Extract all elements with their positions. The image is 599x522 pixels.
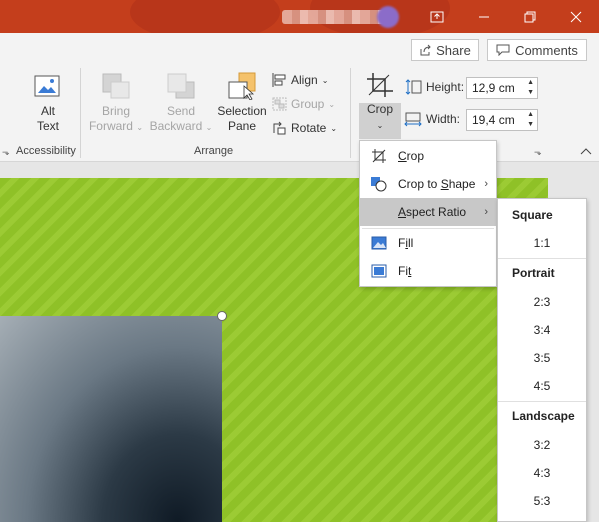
comments-button[interactable]: Comments: [487, 39, 587, 61]
bring-forward-button[interactable]: Bring Forward ⌄: [88, 72, 144, 135]
restore-icon: [524, 11, 536, 22]
group-button[interactable]: Group ⌄: [272, 97, 335, 111]
rotate-label: Rotate: [291, 121, 327, 135]
ribbon-display-options-button[interactable]: [414, 0, 460, 33]
rotate-button[interactable]: Rotate ⌄: [272, 121, 337, 135]
crop-chevron-icon: ⌄: [376, 121, 384, 130]
collapse-ribbon-icon[interactable]: [580, 144, 592, 158]
ratio-item[interactable]: 5:3: [498, 494, 586, 508]
ratio-item[interactable]: 3:4: [498, 323, 586, 337]
group-label: Group: [291, 97, 325, 111]
submenu-chevron-icon: ›: [484, 178, 488, 190]
submenu-chevron-icon: ›: [484, 206, 488, 218]
user-avatar[interactable]: [377, 6, 399, 28]
selection-pane-label-1: Selection: [217, 104, 267, 118]
menu-item-crop[interactable]: Crop: [360, 142, 496, 170]
crop-label: Crop: [366, 102, 393, 116]
menu-item-fit[interactable]: Fit: [360, 257, 496, 285]
alt-text-label-1: Alt: [40, 104, 55, 118]
send-backward-button[interactable]: Send Backward ⌄: [148, 72, 214, 135]
height-icon: [405, 79, 422, 95]
alt-text-label-2: Text: [36, 119, 59, 133]
comment-icon: [496, 44, 510, 56]
ratio-item[interactable]: 3:2: [498, 438, 586, 452]
alt-text-icon: [34, 75, 60, 97]
crop-button[interactable]: Crop ⌄: [359, 72, 401, 133]
rotate-icon: [273, 121, 286, 135]
section-heading-landscape: Landscape: [512, 409, 575, 423]
close-button[interactable]: [553, 0, 599, 33]
ratio-item[interactable]: 2:3: [498, 295, 586, 309]
group-icon: [272, 97, 287, 111]
crop-dropdown-menu: Crop Crop to Shape › Aspect Ratio › Fill…: [359, 140, 497, 287]
ratio-item[interactable]: 4:3: [498, 466, 586, 480]
close-icon: [570, 11, 582, 22]
bring-forward-label-1: Bring: [101, 104, 130, 118]
menu-item-fill[interactable]: Fill: [360, 229, 496, 257]
selection-pane-label-2: Pane: [227, 119, 257, 133]
crop-icon: [367, 73, 393, 97]
width-label: Width:: [426, 112, 461, 126]
send-backward-label-2: Backward: [149, 119, 203, 133]
width-value: 19,4 cm: [472, 113, 515, 127]
ribbon-display-icon: [430, 11, 444, 22]
document-title: [282, 10, 392, 24]
crop-icon: [372, 149, 386, 163]
accessibility-launcher-icon[interactable]: ⬎: [2, 147, 10, 158]
height-spinner[interactable]: 12,9 cm ▲ ▼: [466, 77, 538, 99]
resize-handle[interactable]: [217, 311, 227, 321]
selected-picture[interactable]: [0, 316, 222, 522]
section-heading-square: Square: [512, 208, 553, 222]
menu-item-crop-to-shape[interactable]: Crop to Shape ›: [360, 170, 496, 198]
bring-forward-label-2: Forward: [88, 119, 133, 133]
share-label: Share: [436, 42, 471, 58]
section-heading-portrait: Portrait: [512, 266, 555, 280]
share-button[interactable]: Share: [411, 39, 479, 61]
width-icon: [404, 112, 422, 127]
width-label-group: Width:: [404, 111, 460, 127]
comments-label: Comments: [515, 42, 578, 58]
size-launcher-icon[interactable]: ⬎: [534, 147, 542, 158]
width-spinner[interactable]: 19,4 cm ▲ ▼: [466, 109, 538, 131]
align-icon: [272, 73, 286, 87]
width-spin-arrows[interactable]: ▲ ▼: [527, 110, 534, 130]
send-backward-icon: [167, 73, 195, 99]
restore-button[interactable]: [507, 0, 553, 33]
group-label-arrange: Arrange: [194, 145, 234, 157]
bring-forward-icon: [102, 73, 130, 99]
height-spin-arrows[interactable]: ▲ ▼: [527, 78, 534, 98]
menu-item-aspect-ratio[interactable]: Aspect Ratio ›: [360, 198, 496, 226]
ratio-item[interactable]: 4:5: [498, 379, 586, 393]
height-label-group: Height:: [404, 79, 464, 95]
aspect-ratio-submenu: Square 1:1 Portrait 2:3 3:4 3:5 4:5 Land…: [497, 198, 587, 522]
ratio-item[interactable]: 1:1: [498, 236, 586, 250]
send-backward-label-1: Send: [166, 104, 196, 118]
ratio-item[interactable]: 3:5: [498, 351, 586, 365]
fit-icon: [371, 264, 387, 278]
fill-icon: [371, 236, 387, 250]
selection-pane-button[interactable]: Selection Pane: [215, 72, 269, 134]
alt-text-button[interactable]: Alt Text: [27, 74, 69, 134]
height-label: Height:: [426, 80, 465, 94]
minimize-icon: [479, 16, 489, 17]
share-icon: [420, 44, 431, 56]
height-value: 12,9 cm: [472, 81, 515, 95]
title-bar: [0, 0, 599, 33]
minimize-button[interactable]: [461, 0, 507, 33]
selection-pane-icon: [228, 72, 256, 100]
align-label: Align: [291, 73, 318, 87]
align-button[interactable]: Align ⌄: [272, 73, 328, 87]
group-label-accessibility: Accessibility: [16, 145, 76, 157]
crop-to-shape-icon: [371, 177, 387, 192]
